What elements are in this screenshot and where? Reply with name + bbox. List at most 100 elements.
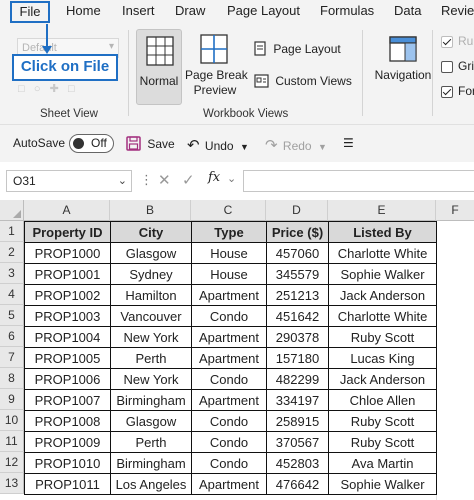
col-header-e[interactable]: E [328,200,436,221]
table-cell[interactable]: Condo [191,368,267,390]
row-header-4[interactable]: 4 [0,284,24,305]
table-cell[interactable]: Apartment [191,389,267,411]
tab-insert[interactable]: Insert [122,3,155,18]
table-cell[interactable]: New York [110,326,192,348]
table-cell[interactable]: 258915 [266,410,329,432]
row-header-9[interactable]: 9 [0,389,24,410]
tab-formulas[interactable]: Formulas [320,3,374,18]
table-cell[interactable]: 290378 [266,326,329,348]
table-cell[interactable]: PROP1003 [24,305,111,327]
table-cell[interactable]: PROP1009 [24,431,111,453]
table-cell[interactable]: PROP1011 [24,473,111,495]
table-cell[interactable]: PROP1005 [24,347,111,369]
tab-data[interactable]: Data [394,3,421,18]
col-header-f[interactable]: F [436,200,474,221]
col-header-a[interactable]: A [24,200,110,221]
table-cell[interactable]: Ruby Scott [328,410,437,432]
table-cell[interactable]: Lucas King [328,347,437,369]
table-cell[interactable]: Jack Anderson [328,368,437,390]
undo-button[interactable]: ↶ Undo ▼ [187,136,249,154]
table-cell[interactable]: Ava Martin [328,452,437,474]
header-cell[interactable]: Type [191,221,267,243]
row-header-8[interactable]: 8 [0,368,24,389]
col-header-c[interactable]: C [191,200,266,221]
table-cell[interactable]: PROP1002 [24,284,111,306]
table-cell[interactable]: PROP1000 [24,242,111,264]
tab-draw[interactable]: Draw [175,3,205,18]
table-cell[interactable]: PROP1001 [24,263,111,285]
table-cell[interactable]: 370567 [266,431,329,453]
ruler-checkbox[interactable] [441,36,453,48]
row-header-6[interactable]: 6 [0,326,24,347]
col-header-b[interactable]: B [110,200,191,221]
table-cell[interactable]: 452803 [266,452,329,474]
formula-bar-checkbox[interactable] [441,86,453,98]
table-cell[interactable]: PROP1006 [24,368,111,390]
table-cell[interactable]: Condo [191,452,267,474]
table-cell[interactable]: 476642 [266,473,329,495]
row-header-13[interactable]: 13 [0,473,24,494]
row-header-2[interactable]: 2 [0,242,24,263]
enter-icon[interactable]: ✓ [182,171,195,189]
header-cell[interactable]: Property ID [24,221,111,243]
page-layout-button[interactable]: Page Layout [254,41,341,56]
tab-page-layout[interactable]: Page Layout [227,3,300,18]
table-cell[interactable]: 251213 [266,284,329,306]
table-cell[interactable]: Perth [110,431,192,453]
table-cell[interactable]: PROP1004 [24,326,111,348]
row-header-7[interactable]: 7 [0,347,24,368]
table-cell[interactable]: Condo [191,410,267,432]
name-box[interactable]: O31 ⌄ [6,170,132,192]
autosave-toggle[interactable]: Off [69,134,114,153]
page-break-preview-button[interactable]: Page Break Preview [185,68,248,98]
redo-button[interactable]: ↷ Redo ▼ [265,136,327,154]
table-cell[interactable]: House [191,263,267,285]
cancel-icon[interactable]: ✕ [158,171,171,189]
table-cell[interactable]: Condo [191,431,267,453]
table-cell[interactable]: Apartment [191,284,267,306]
table-cell[interactable]: Hamilton [110,284,192,306]
table-cell[interactable]: Glasgow [110,410,192,432]
table-cell[interactable]: Sophie Walker [328,263,437,285]
table-cell[interactable]: Jack Anderson [328,284,437,306]
row-header-12[interactable]: 12 [0,452,24,473]
table-cell[interactable]: Los Angeles [110,473,192,495]
navigation-button[interactable]: Navigation [371,68,435,83]
select-all-corner[interactable] [0,200,24,221]
table-cell[interactable]: PROP1007 [24,389,111,411]
table-cell[interactable]: Birmingham [110,452,192,474]
table-cell[interactable]: Apartment [191,347,267,369]
table-cell[interactable]: Vancouver [110,305,192,327]
customize-qat-button[interactable]: ☰ [343,136,354,150]
header-cell[interactable]: Price ($) [266,221,329,243]
row-header-5[interactable]: 5 [0,305,24,326]
table-cell[interactable]: Sophie Walker [328,473,437,495]
table-cell[interactable]: 482299 [266,368,329,390]
row-header-11[interactable]: 11 [0,431,24,452]
table-cell[interactable]: Birmingham [110,389,192,411]
save-button[interactable]: Save [126,136,175,151]
table-cell[interactable]: New York [110,368,192,390]
table-cell[interactable]: Charlotte White [328,305,437,327]
table-cell[interactable]: Chloe Allen [328,389,437,411]
table-cell[interactable]: Glasgow [110,242,192,264]
custom-views-button[interactable]: Custom Views [254,74,352,88]
table-cell[interactable]: PROP1008 [24,410,111,432]
gridlines-checkbox[interactable] [441,61,453,73]
table-cell[interactable]: House [191,242,267,264]
row-header-10[interactable]: 10 [0,410,24,431]
row-header-3[interactable]: 3 [0,263,24,284]
function-icon[interactable]: fx [208,170,220,185]
table-cell[interactable]: 345579 [266,263,329,285]
tab-home[interactable]: Home [66,3,101,18]
table-cell[interactable]: 334197 [266,389,329,411]
tab-file[interactable]: File [10,1,50,23]
table-cell[interactable]: 157180 [266,347,329,369]
table-cell[interactable]: Charlotte White [328,242,437,264]
table-cell[interactable]: Sydney [110,263,192,285]
header-cell[interactable]: City [110,221,192,243]
table-cell[interactable]: 457060 [266,242,329,264]
table-cell[interactable]: Ruby Scott [328,431,437,453]
normal-view-button[interactable]: Normal [136,29,182,105]
header-cell[interactable]: Listed By [328,221,437,243]
